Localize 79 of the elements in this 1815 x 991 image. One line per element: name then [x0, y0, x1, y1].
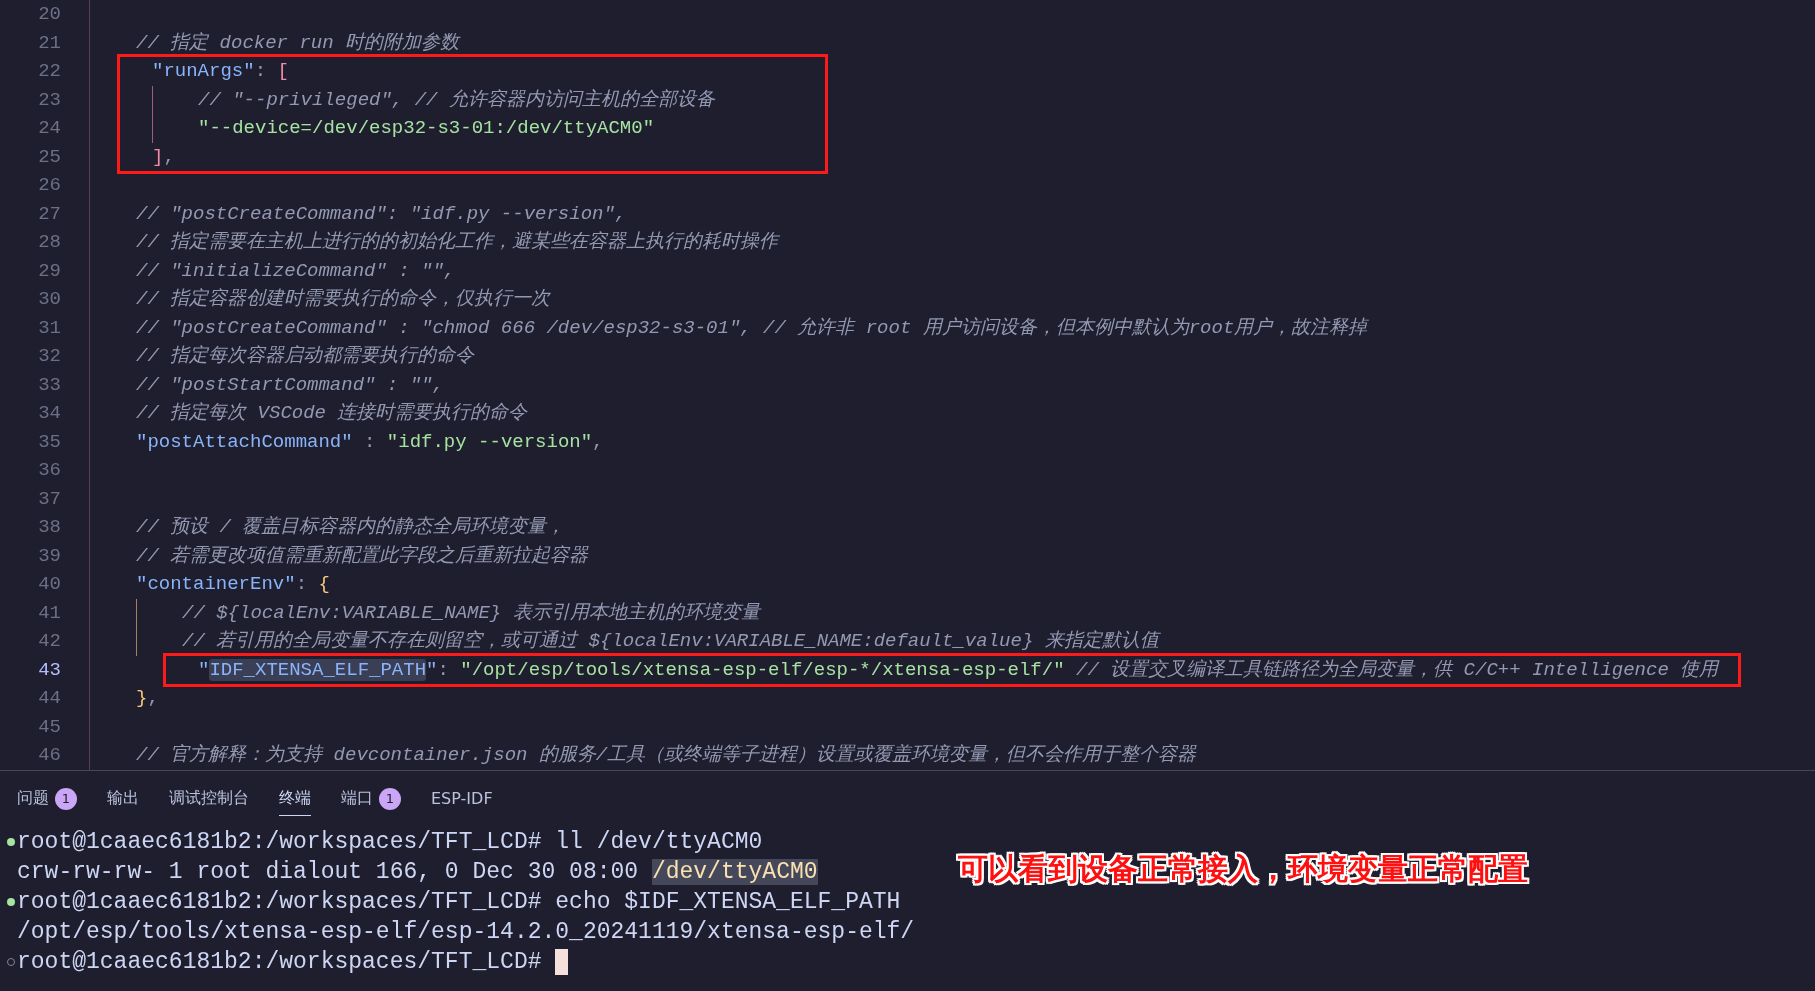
line-number: 23 [37, 87, 62, 113]
panel-tab[interactable]: ESP-IDF [431, 783, 493, 815]
count-badge: 1 [379, 787, 401, 810]
property-key: " [198, 658, 210, 681]
line-number: 46 [37, 743, 62, 768]
code-comment: // 官方解释：为支持 devcontainer.json 的服务/工具（或终端等子进程）设置或覆盖环境变量，但不会作用于整个容器 [136, 744, 1197, 766]
code-comment: // 预设 / 覆盖目标容器内的静态全局环境变量， [136, 516, 566, 538]
string-literal: "idf.py --version" [386, 430, 593, 453]
line-number: 30 [37, 287, 62, 312]
line-number: 38 [37, 515, 62, 540]
terminal-line: /opt/esp/tools/xtensa-esp-elf/esp-14.2.0_20241119/xtensa-esp-elf/ [17, 919, 915, 945]
terminal-line: root@1caaec6181b2:/workspaces/TFT_LCD# [17, 949, 543, 975]
punctuation: : [363, 430, 377, 453]
line-number: 32 [37, 344, 62, 369]
line-number: 37 [37, 486, 62, 512]
line-number: 29 [37, 258, 62, 284]
line-number: 42 [37, 629, 62, 654]
line-number: 31 [37, 315, 62, 341]
code-comment: // 指定每次 VSCode 连接时需要执行的命令 [136, 402, 528, 424]
line-number: 40 [37, 572, 62, 597]
line-number: 34 [37, 401, 62, 426]
annotation-text: 可以看到设备正常接入，环境变量正常配置 [958, 850, 1528, 888]
code-comment: // ${localEnv:VARIABLE_NAME} 表示引用本地主机的环境变量 [182, 601, 760, 624]
panel-tab[interactable]: 终端 [279, 782, 311, 816]
terminal-line: crw-rw-rw- 1 root dialout 166, 0 Dec 30 08:00 /dev/ttyACM0 [17, 859, 818, 885]
code-comment: // 设置交叉编译工具链路径为全局变量，供 C/C++ Intelligence 使用 [1074, 658, 1719, 681]
bracket: [ [277, 60, 289, 82]
panel-tab[interactable]: 调试控制台 [169, 782, 249, 816]
punctuation: , [592, 430, 604, 453]
code-comment: // 指定 docker run 时的附加参数 [136, 31, 460, 54]
property-key: "postAttachCommand" [136, 430, 353, 453]
panel-tab[interactable]: 端口 1 [341, 781, 401, 817]
line-number: 26 [37, 173, 62, 198]
code-comment: // 指定容器创建时需要执行的命令，仅执行一次 [136, 288, 551, 310]
line-number: 22 [37, 59, 62, 84]
line-number: 43 [37, 657, 62, 683]
code-comment: // "postStartCommand" : "", [136, 373, 444, 396]
line-number: 36 [37, 458, 62, 483]
command-status-icon [6, 898, 15, 906]
code-comment: // 指定每次容器启动都需要执行的命令 [136, 345, 475, 367]
punctuation: : [437, 658, 450, 681]
property-key: "containerEnv" [136, 573, 296, 595]
line-number: 33 [37, 372, 62, 398]
property-key: " [426, 658, 438, 681]
property-key: "runArgs" [152, 60, 255, 82]
command-status-icon [6, 838, 15, 846]
code-comment: // 若引用的全局变量不存在则留空，或可通过 ${localEnv:VARIABLE_NAME:default_value} 来指定默认值 [182, 630, 1159, 652]
code-comment: // "--privileged", // 允许容器内访问主机的全部设备 [198, 88, 715, 111]
punctuation: : [295, 573, 309, 595]
bracket: ] [152, 145, 164, 168]
code-comment: // 若需更改项值需重新配置此字段之后重新拉起容器 [136, 544, 589, 567]
bracket: } [136, 687, 148, 709]
line-number: 27 [37, 201, 62, 227]
panel-tab[interactable]: 输出 [107, 782, 139, 816]
code-comment: // "initializeCommand" : "", [136, 259, 456, 282]
line-number: 24 [37, 116, 62, 141]
line-number: 44 [37, 686, 62, 711]
punctuation: : [254, 60, 268, 82]
string-literal: "/opt/esp/tools/xtensa-esp-elf/esp-*/xtensa-esp-elf/" [460, 658, 1065, 681]
highlighted-word: IDF_XTENSA_ELF_PATH [209, 658, 427, 681]
line-number: 39 [37, 543, 62, 569]
code-comment: // "postCreateCommand": "idf.py --version", [136, 202, 627, 225]
terminal-line: root@1caaec6181b2:/workspaces/TFT_LCD# ll /dev/ttyACM0 [17, 829, 763, 855]
line-number: 45 [37, 714, 62, 740]
string-literal: "--device=/dev/esp32-s3-01:/dev/ttyACM0" [198, 117, 655, 139]
count-badge: 1 [55, 787, 77, 810]
line-number: 35 [37, 429, 62, 455]
punctuation: , [147, 687, 159, 709]
terminal-line: root@1caaec6181b2:/workspaces/TFT_LCD# echo $IDF_XTENSA_ELF_PATH [17, 889, 901, 915]
panel-tab[interactable]: 问题 1 [17, 781, 77, 817]
line-number: 25 [37, 144, 62, 170]
code-comment: // 指定需要在主机上进行的的初始化工作，避某些在容器上执行的耗时操作 [136, 231, 779, 253]
line-number: 28 [37, 230, 62, 255]
code-comment: // "postCreateCommand" : "chmod 666 /dev/esp32-s3-01", // 允许非 root 用户访问设备，但本例中默认为root用户，故注释掉 [136, 316, 1368, 339]
line-number: 41 [37, 600, 62, 626]
bracket: { [318, 573, 330, 595]
line-number: 20 [37, 2, 62, 27]
line-number: 21 [37, 30, 62, 56]
punctuation: , [163, 145, 175, 168]
